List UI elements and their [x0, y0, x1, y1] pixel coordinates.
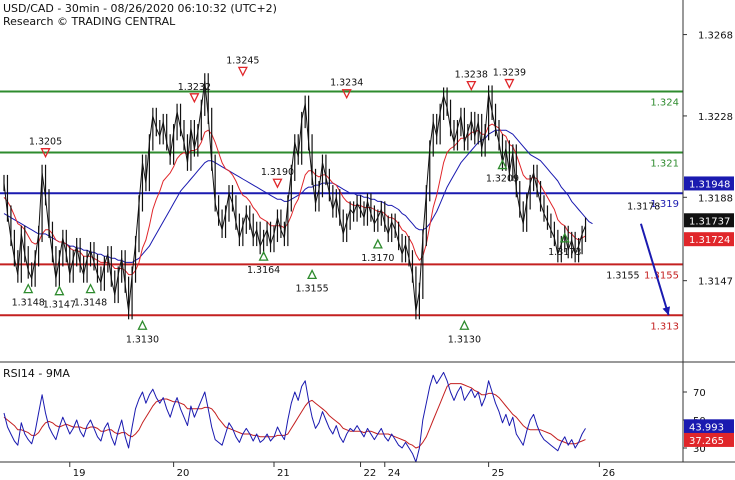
swing-high-label: 1.3234	[330, 78, 363, 89]
swing-low-label: 1.3155	[295, 283, 328, 294]
price-tag: 1.31948	[689, 179, 730, 190]
swing-high-label: 1.3238	[455, 70, 488, 81]
time-tick-label: 19	[73, 468, 86, 479]
rsi-tick-label: 70	[693, 388, 706, 399]
level-label: 1.321	[650, 159, 679, 170]
swing-low-label: 1.3173	[548, 247, 581, 258]
swing-low-marker	[258, 250, 269, 261]
price-tag: 1.31737	[689, 216, 730, 227]
swing-low-label: 1.3148	[12, 298, 45, 309]
usdcad-chart: 1.3241.3211.3191.31551.313 1.32051.32321…	[0, 0, 735, 479]
swing-high-marker	[272, 178, 283, 189]
swing-low-marker	[85, 283, 96, 294]
chart-credit: Research © TRADING CENTRAL	[3, 15, 176, 28]
rsi-tag: 43.993	[689, 422, 724, 433]
swing-low-marker	[372, 238, 383, 249]
price-close-line	[3, 80, 586, 312]
price-tick-label: 1.3147	[698, 277, 733, 288]
swing-low-label: 1.3148	[74, 298, 107, 309]
time-tick-label: 21	[277, 468, 290, 479]
swing-high-label: 1.3239	[493, 68, 526, 79]
swing-high-label: 1.3232	[178, 82, 211, 93]
time-tick-label: 24	[388, 468, 401, 479]
swing-low-label: 1.3147	[43, 300, 76, 311]
level-label: 1.3155	[644, 270, 679, 281]
time-tick-label: 25	[492, 468, 505, 479]
swing-low-label: 1.3209	[486, 174, 519, 185]
swing-low-marker	[23, 283, 34, 294]
price-tick-label: 1.3228	[698, 112, 733, 123]
level-label: 1.313	[650, 321, 679, 332]
swing-high-marker	[466, 80, 477, 92]
swing-low-marker	[137, 319, 148, 330]
swing-low-marker	[459, 319, 470, 330]
swing-high-marker	[237, 66, 248, 77]
swing-high-label: 1.3190	[261, 167, 294, 178]
swing-low-marker	[54, 285, 65, 296]
rsi-line	[3, 371, 586, 463]
swing-low-label: 1.3130	[448, 334, 481, 345]
rsi-panel-title: RSI14 - 9MA	[3, 367, 70, 380]
swing-high-label: 1.3205	[29, 137, 62, 148]
target-label: 1.3178	[627, 201, 660, 212]
swing-high-marker	[504, 78, 515, 90]
price-tag: 1.31724	[689, 235, 730, 246]
price-tick-label: 1.3188	[698, 193, 733, 204]
time-tick-label: 20	[177, 468, 190, 479]
swing-low-label: 1.3170	[361, 253, 394, 264]
time-tick-label: 22	[364, 468, 377, 479]
swing-high-marker	[189, 93, 200, 104]
swing-low-label: 1.3164	[247, 265, 280, 276]
level-label: 1.324	[650, 98, 679, 109]
swing-high-label: 1.3245	[226, 55, 259, 66]
target-label: 1.3155	[606, 271, 639, 282]
swing-low-marker	[307, 268, 318, 280]
chart-title: USD/CAD - 30min - 08/26/2020 06:10:32 (U…	[3, 2, 277, 15]
price-tick-label: 1.3268	[698, 31, 733, 42]
swing-low-label: 1.3130	[126, 334, 159, 345]
rsi-tag: 37.265	[689, 436, 724, 447]
time-tick-label: 26	[602, 468, 615, 479]
